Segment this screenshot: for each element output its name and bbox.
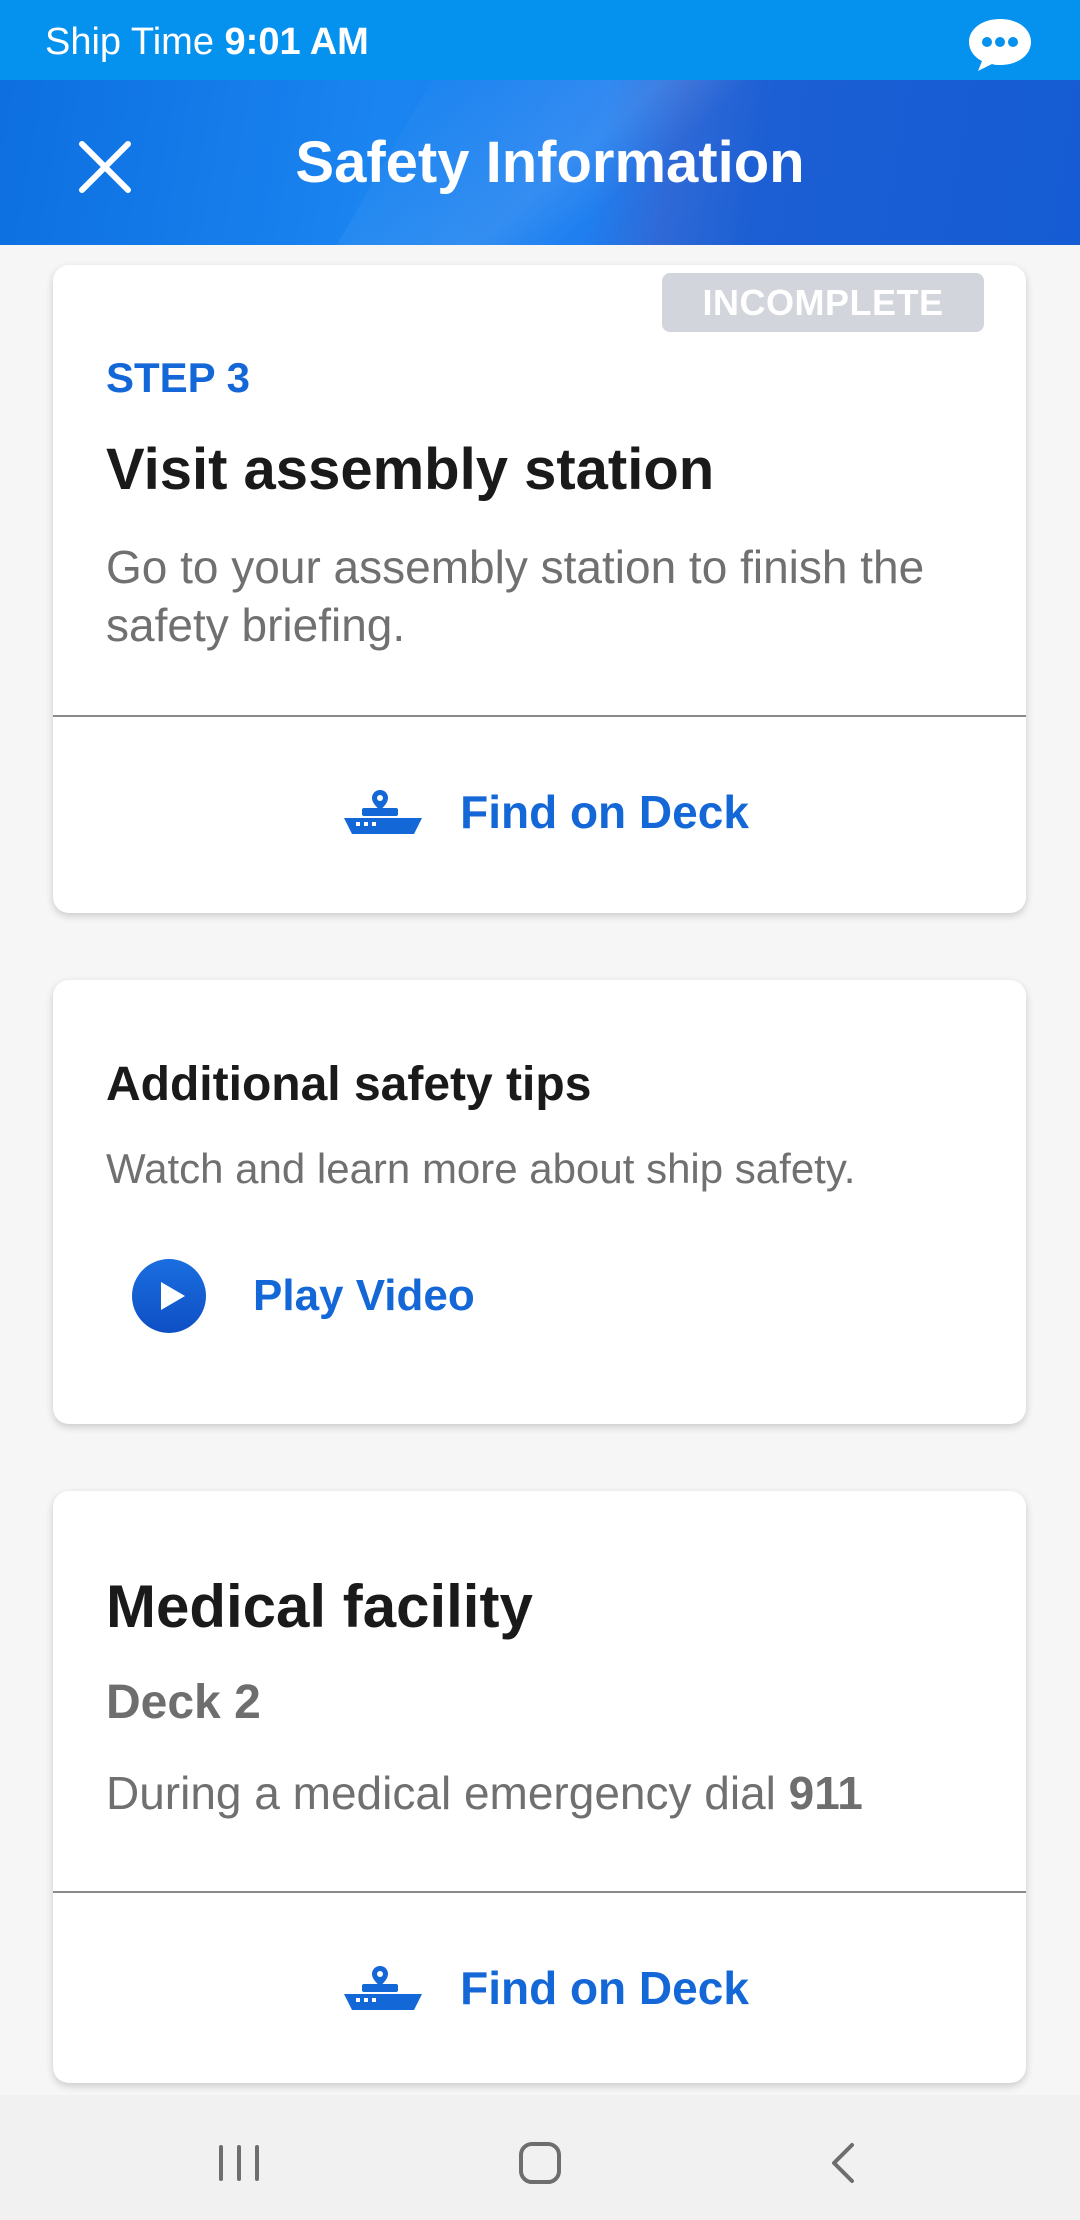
ship-location-icon — [344, 1966, 423, 2010]
header: Safety Information — [0, 80, 1080, 245]
recents-icon[interactable] — [199, 2133, 279, 2193]
chat-bubble-icon[interactable] — [965, 16, 1035, 74]
card-description: Go to your assembly station to finish th… — [106, 541, 925, 651]
status-badge: INCOMPLETE — [662, 273, 984, 332]
play-video-label: Play Video — [253, 1271, 475, 1320]
safety-tips-card: Additional safety tips Watch and learn m… — [53, 980, 1026, 1424]
medical-facility-card: Medical facility Deck 2 During a medical… — [53, 1491, 1026, 2083]
ship-location-icon — [344, 790, 423, 834]
step-label: STEP 3 — [106, 354, 250, 401]
find-on-deck-label: Find on Deck — [460, 1962, 749, 2014]
home-icon[interactable] — [500, 2133, 580, 2193]
card-title: Visit assembly station — [106, 437, 715, 502]
find-on-deck-label: Find on Deck — [460, 786, 749, 838]
divider — [53, 1891, 1026, 1893]
card-title: Medical facility — [106, 1573, 533, 1640]
status-bar: Ship Time 9:01 AM — [0, 0, 1080, 80]
card-description: Watch and learn more about ship safety. — [106, 1145, 856, 1192]
assembly-station-card: INCOMPLETE STEP 3 Visit assembly station… — [53, 265, 1026, 913]
ship-time: Ship Time 9:01 AM — [45, 20, 369, 64]
ship-time-value: 9:01 AM — [224, 21, 369, 63]
back-icon[interactable] — [804, 2133, 884, 2193]
ship-time-label: Ship Time — [45, 21, 214, 63]
find-on-deck-button[interactable]: Find on Deck — [53, 752, 1026, 872]
emergency-number: 911 — [788, 1767, 863, 1819]
emergency-text: During a medical emergency dial — [106, 1767, 776, 1819]
deck-label: Deck 2 — [106, 1676, 261, 1729]
divider — [53, 715, 1026, 717]
card-description: During a medical emergency dial 911 — [106, 1764, 863, 1822]
play-icon — [132, 1259, 206, 1333]
find-on-deck-button[interactable]: Find on Deck — [53, 1928, 1026, 2048]
card-title: Additional safety tips — [106, 1058, 592, 1111]
page-title: Safety Information — [295, 130, 805, 195]
play-video-button[interactable]: Play Video — [131, 1257, 475, 1335]
system-nav-bar — [0, 2095, 1080, 2220]
